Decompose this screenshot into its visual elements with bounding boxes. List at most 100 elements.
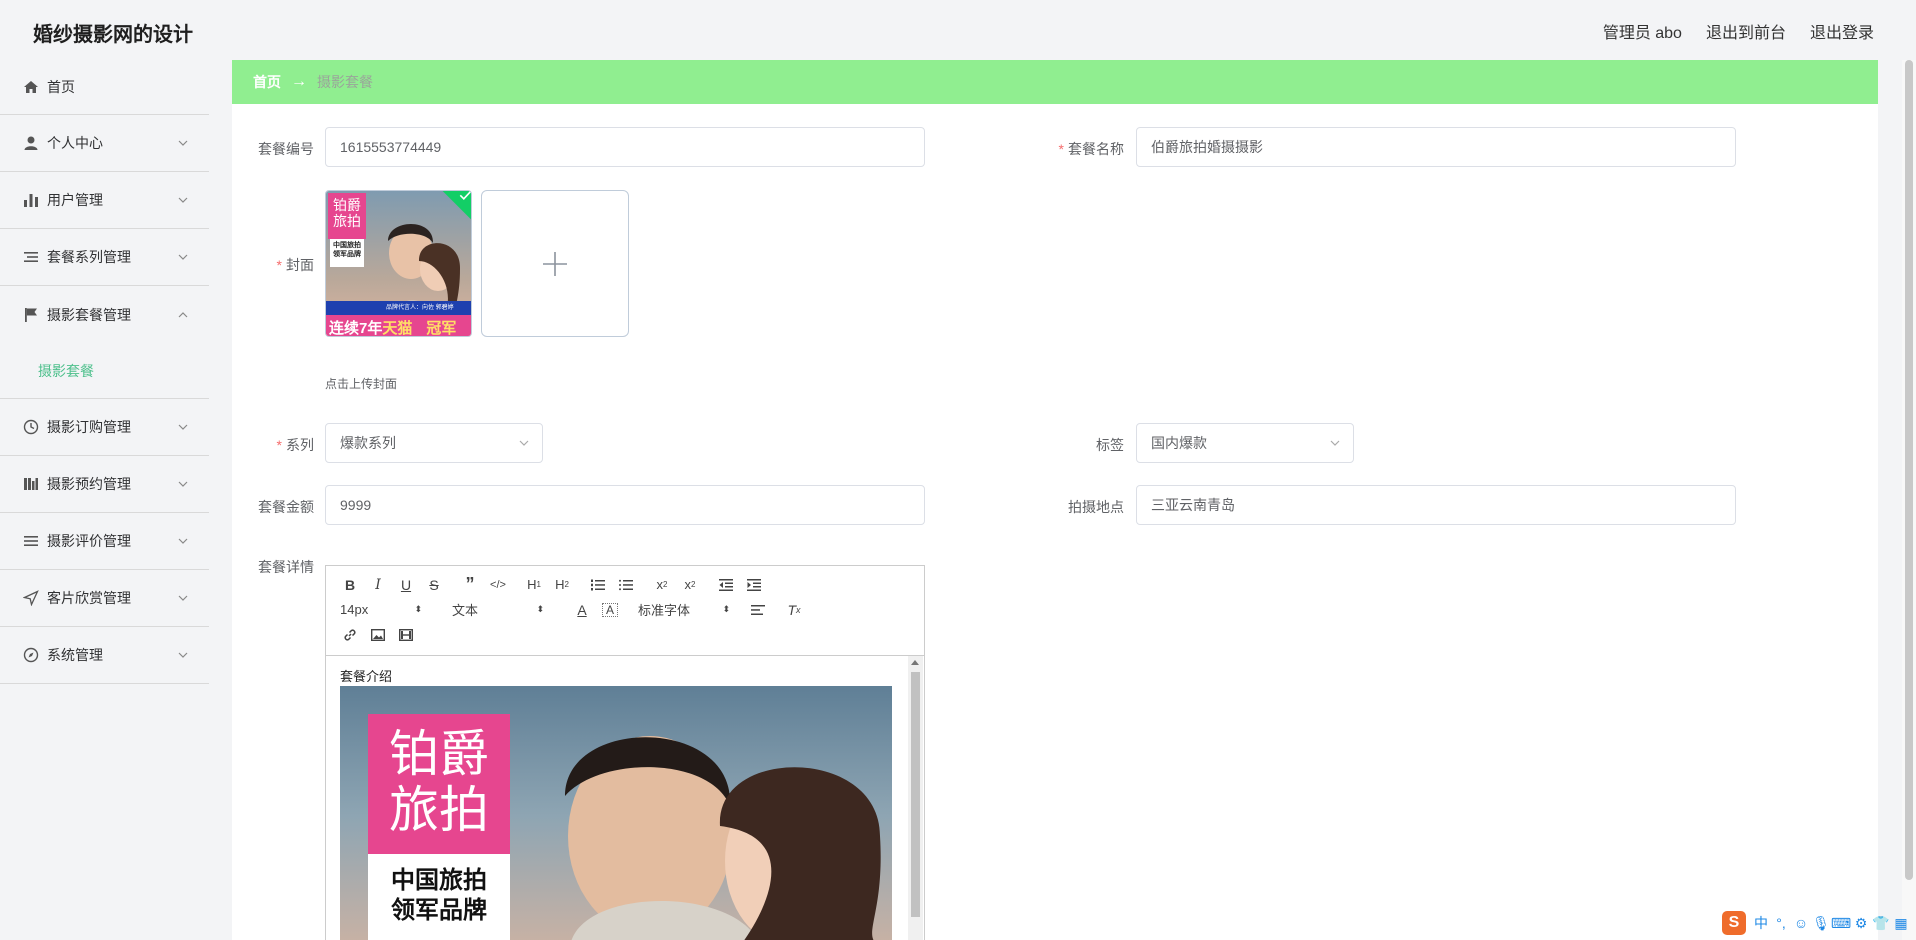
sidebar-item-review-management[interactable]: 摄影评价管理 <box>0 513 209 570</box>
underline-button[interactable]: U <box>392 573 420 597</box>
series-select[interactable]: 爆款系列 <box>325 423 543 463</box>
cover-thumbnail[interactable]: 铂爵 旅拍 中国旅拍 领军品牌 品牌代言人：向佐 郭碧婷 连续7年天猫 冠军 <box>325 190 472 337</box>
home-icon <box>22 78 40 96</box>
sidebar-item-label: 系统管理 <box>47 647 103 663</box>
ordered-list-icon[interactable] <box>584 573 612 597</box>
sidebar-item-series-management[interactable]: 套餐系列管理 <box>0 229 209 286</box>
code-field[interactable]: 1615553774449 <box>325 127 925 167</box>
indent-icon[interactable] <box>740 573 768 597</box>
admin-label: 管理员 abo <box>1602 25 1682 42</box>
app-title: 婚纱摄影网的设计 <box>33 24 193 46</box>
sidebar-item-system-management[interactable]: 系统管理 <box>0 627 209 684</box>
editor-content[interactable]: 套餐介绍 铂爵 旅拍 中国旅拍 领军品牌 <box>326 656 924 940</box>
location-field[interactable]: 三亚云南青岛 <box>1136 485 1736 525</box>
background-color-icon[interactable]: A <box>602 602 618 617</box>
tag-label: 标签 <box>1096 437 1124 453</box>
breadcrumb-current: 摄影套餐 <box>317 74 373 90</box>
sidebar-item-user-management[interactable]: 用户管理 <box>0 172 209 229</box>
sidebar-item-label: 个人中心 <box>47 135 103 151</box>
header2-button[interactable]: H2 <box>548 573 576 597</box>
outdent-icon[interactable] <box>712 573 740 597</box>
italic-button[interactable]: I <box>364 573 392 597</box>
bold-button[interactable]: B <box>336 573 364 597</box>
send-icon <box>22 589 40 607</box>
video-icon[interactable] <box>392 623 420 647</box>
superscript-button[interactable]: x2 <box>676 573 704 597</box>
header1-button[interactable]: H1 <box>520 573 548 597</box>
link-icon[interactable] <box>336 623 364 647</box>
exit-to-front-link[interactable]: 退出到前台 <box>1706 19 1786 43</box>
grid-icon[interactable]: ▦ <box>1892 915 1910 932</box>
page-scrollbar[interactable] <box>1902 60 1916 940</box>
quote-icon[interactable]: ” <box>456 573 484 597</box>
bar-chart-icon <box>22 191 40 209</box>
clear-format-icon[interactable]: Tx <box>780 598 808 622</box>
name-label: * 套餐名称 <box>1058 141 1124 157</box>
tools-icon[interactable]: ⚙ <box>1852 915 1870 932</box>
user-icon <box>22 134 40 152</box>
font-color-icon[interactable]: A <box>568 598 596 622</box>
editor-toolbar: B I U S ” </> H1 H2 x2 x2 14px ⬍ 文本 ⬍ A … <box>326 566 924 656</box>
breadcrumb-home[interactable]: 首页 <box>253 72 281 92</box>
sidebar-item-home[interactable]: 首页 <box>0 60 209 115</box>
editor-scrollbar-thumb[interactable] <box>911 672 920 917</box>
clock-icon <box>22 418 40 436</box>
sidebar-item-booking-management[interactable]: 摄影预约管理 <box>0 456 209 513</box>
editor-image-tagline: 中国旅拍 领军品牌 <box>391 867 487 924</box>
keyboard-icon[interactable]: ⌨ <box>1831 915 1851 932</box>
punctuation-icon[interactable]: °, <box>1772 915 1790 931</box>
detail-label: 套餐详情 <box>258 559 314 575</box>
code-label: 套餐编号 <box>258 141 314 157</box>
bullet-list-icon[interactable] <box>612 573 640 597</box>
text-type-picker[interactable]: 文本 ⬍ <box>448 598 548 622</box>
font-family-picker[interactable]: 标准字体 ⬍ <box>634 598 734 622</box>
sidebar-item-order-management[interactable]: 摄影订购管理 <box>0 399 209 456</box>
code-block-icon[interactable]: </> <box>484 573 512 597</box>
price-label: 套餐金额 <box>258 499 314 515</box>
cover-tagline: 中国旅拍 领军品牌 <box>333 242 361 258</box>
sidebar-item-label: 套餐系列管理 <box>47 249 131 265</box>
subscript-button[interactable]: x2 <box>648 573 676 597</box>
microphone-icon[interactable]: 🎙 <box>1812 915 1830 932</box>
ime-lang-toggle[interactable]: 中 <box>1752 913 1770 933</box>
cover-endorser: 品牌代言人：向佐 郭碧婷 <box>386 305 454 311</box>
chevron-down-icon <box>178 140 188 146</box>
chevron-down-icon <box>178 652 188 658</box>
logout-link[interactable]: 退出登录 <box>1810 19 1874 43</box>
main-content: 首页 → 摄影套餐 套餐编号 1615553774449 * 套餐名称 伯爵旅拍婚… <box>232 60 1878 940</box>
sogou-logo-icon[interactable]: S <box>1722 911 1746 935</box>
chevron-down-icon <box>178 538 188 544</box>
sidebar-item-label: 摄影评价管理 <box>47 533 131 549</box>
sidebar: 首页 个人中心 用户管理 套餐系列管理 摄影套餐管理 摄影套餐 摄影订购管理 摄… <box>0 60 209 940</box>
compass-icon <box>22 646 40 664</box>
sidebar-subitem-package[interactable]: 摄影套餐 <box>0 343 209 399</box>
strike-button[interactable]: S <box>420 573 448 597</box>
name-field[interactable]: 伯爵旅拍婚摄摄影 <box>1136 127 1736 167</box>
sidebar-item-label: 摄影预约管理 <box>47 476 131 492</box>
align-icon[interactable] <box>744 598 772 622</box>
sidebar-item-label: 客片欣赏管理 <box>47 590 131 606</box>
sidebar-item-package-management[interactable]: 摄影套餐管理 <box>0 286 209 343</box>
columns-icon <box>22 475 40 493</box>
price-field[interactable]: 9999 <box>325 485 925 525</box>
chevron-down-icon <box>519 440 529 446</box>
page-scrollbar-thumb[interactable] <box>1905 60 1913 880</box>
editor-image: 铂爵 旅拍 中国旅拍 领军品牌 <box>340 686 892 940</box>
sidebar-item-gallery-management[interactable]: 客片欣赏管理 <box>0 570 209 627</box>
sidebar-item-label: 摄影套餐管理 <box>47 306 131 323</box>
series-label: * 系列 <box>276 437 314 453</box>
emoji-icon[interactable]: ☺ <box>1792 915 1810 931</box>
header-actions: 管理员 abo 退出到前台 退出登录 <box>1603 19 1874 43</box>
font-size-picker[interactable]: 14px ⬍ <box>336 598 426 622</box>
cover-upload-button[interactable] <box>481 190 629 337</box>
sidebar-item-personal-center[interactable]: 个人中心 <box>0 115 209 172</box>
cover-brand: 铂爵 旅拍 <box>333 197 361 229</box>
skin-icon[interactable]: 👕 <box>1872 915 1890 932</box>
location-label: 拍摄地点 <box>1068 499 1124 515</box>
scroll-up-icon <box>911 660 919 665</box>
editor-scrollbar[interactable] <box>908 656 923 940</box>
tag-select[interactable]: 国内爆款 <box>1136 423 1354 463</box>
image-icon[interactable] <box>364 623 392 647</box>
menu-icon <box>22 532 40 550</box>
chevron-up-icon <box>178 311 188 317</box>
